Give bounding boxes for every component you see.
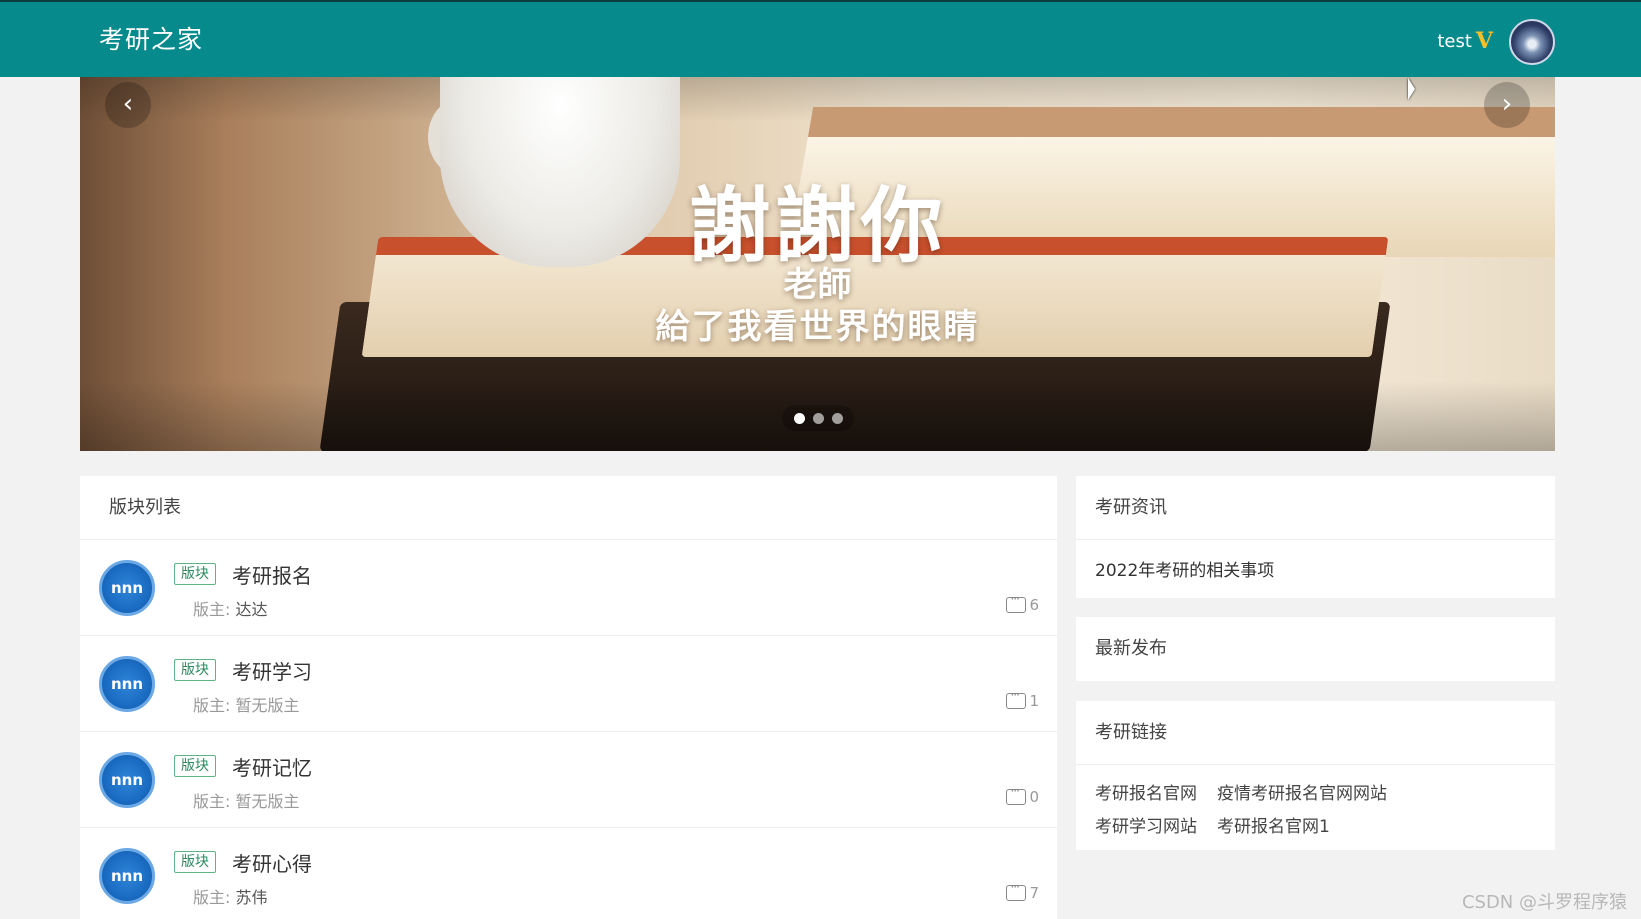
comment-icon xyxy=(1006,880,1027,901)
moderator-name: 暂无版主 xyxy=(235,696,300,715)
university-logo-icon: nnn xyxy=(99,656,155,712)
banner-slogan-line3: 給了我看世界的眼睛 xyxy=(655,307,980,347)
carousel-indicators xyxy=(782,405,854,431)
carousel-next-button[interactable]: › xyxy=(1484,82,1530,128)
news-card: 考研资讯 2022年考研的相关事项 xyxy=(1076,476,1555,598)
board-item[interactable]: nnn 版块 考研心得 版主: 苏伟 7 xyxy=(80,828,1057,919)
comment-icon xyxy=(1006,688,1027,709)
board-name[interactable]: 考研心得 xyxy=(232,848,312,877)
board-item[interactable]: nnn 版块 考研记忆 版主: 暂无版主 0 xyxy=(80,732,1057,828)
board-tag: 版块 xyxy=(174,851,216,873)
moderator-name: 暂无版主 xyxy=(235,792,300,811)
post-count: 7 xyxy=(1006,880,1039,902)
comment-icon xyxy=(1006,784,1027,805)
watermark: CSDN @斗罗程序猿 xyxy=(1461,892,1627,913)
user-menu[interactable]: test V xyxy=(1437,28,1493,54)
mouse-cursor-icon xyxy=(1408,78,1422,100)
moderator-name: 达达 xyxy=(235,600,268,619)
post-count: 6 xyxy=(1006,592,1039,614)
carousel-dot-3[interactable] xyxy=(831,412,843,424)
board-tag: 版块 xyxy=(174,659,216,681)
board-moderator: 版主: 达达 xyxy=(193,600,268,619)
board-name[interactable]: 考研报名 xyxy=(232,560,312,589)
chevron-right-icon: › xyxy=(1501,89,1513,119)
moderator-name: 苏伟 xyxy=(235,888,268,907)
carousel-dot-1[interactable] xyxy=(793,412,805,424)
university-logo-icon: nnn xyxy=(99,560,155,616)
board-tag: 版块 xyxy=(174,563,216,585)
board-moderator: 版主: 暂无版主 xyxy=(193,792,300,811)
university-logo-icon: nnn xyxy=(99,752,155,808)
link-item[interactable]: 考研报名官网1 xyxy=(1217,812,1387,837)
post-count: 0 xyxy=(1006,784,1039,806)
news-item[interactable]: 2022年考研的相关事项 xyxy=(1076,540,1555,598)
board-list-title: 版块列表 xyxy=(80,476,1057,540)
board-tag: 版块 xyxy=(174,755,216,777)
chevron-left-icon: ‹ xyxy=(122,89,134,119)
top-navbar: 考研之家 test V xyxy=(0,0,1641,77)
board-list-panel: 版块列表 nnn 版块 考研报名 版主: 达达 6 nnn 版块 考研学习 版主… xyxy=(80,476,1057,919)
username[interactable]: test xyxy=(1437,31,1472,52)
latest-title: 最新发布 xyxy=(1095,638,1167,659)
university-logo-icon: nnn xyxy=(99,848,155,904)
post-count: 1 xyxy=(1006,688,1039,710)
links-card: 考研链接 考研报名官网 疫情考研报名官网网站 考研学习网站 考研报名官网1 xyxy=(1076,701,1555,850)
board-item[interactable]: nnn 版块 考研报名 版主: 达达 6 xyxy=(80,540,1057,636)
board-name[interactable]: 考研记忆 xyxy=(232,752,312,781)
carousel-prev-button[interactable]: ‹ xyxy=(105,82,151,128)
user-avatar[interactable] xyxy=(1509,19,1555,65)
carousel: 謝謝你 老師 給了我看世界的眼睛 ‹ › xyxy=(80,77,1555,451)
site-brand[interactable]: 考研之家 xyxy=(99,20,203,56)
link-item[interactable]: 疫情考研报名官网网站 xyxy=(1217,779,1387,804)
latest-card: 最新发布 xyxy=(1076,617,1555,681)
board-item[interactable]: nnn 版块 考研学习 版主: 暂无版主 1 xyxy=(80,636,1057,732)
board-moderator: 版主: 苏伟 xyxy=(193,888,268,907)
board-moderator: 版主: 暂无版主 xyxy=(193,696,300,715)
board-name[interactable]: 考研学习 xyxy=(232,656,312,685)
news-title: 考研资讯 xyxy=(1076,476,1555,540)
links-list: 考研报名官网 疫情考研报名官网网站 考研学习网站 考研报名官网1 xyxy=(1076,765,1555,851)
links-title: 考研链接 xyxy=(1076,701,1555,765)
comment-icon xyxy=(1006,592,1027,613)
vip-badge-icon: V xyxy=(1475,28,1493,54)
link-item[interactable]: 考研报名官网 xyxy=(1095,779,1197,804)
link-item[interactable]: 考研学习网站 xyxy=(1095,812,1197,837)
carousel-dot-2[interactable] xyxy=(812,412,824,424)
